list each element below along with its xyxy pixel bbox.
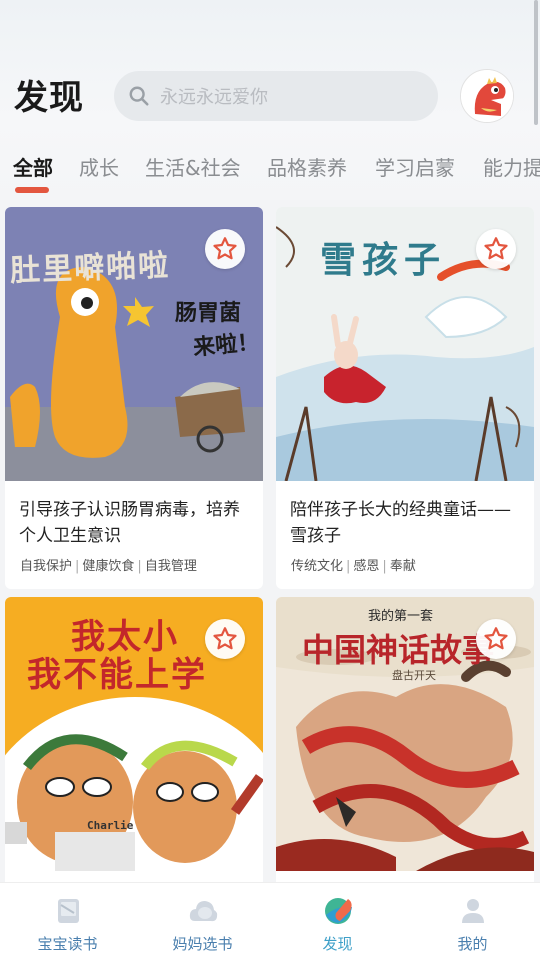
tag[interactable]: 自我保护 [17, 559, 75, 574]
tab-ability[interactable]: 能力提 [483, 152, 540, 181]
tag[interactable]: 感恩 [350, 559, 382, 574]
person-icon [462, 899, 484, 923]
tab-growth[interactable]: 成长 [79, 152, 119, 181]
tab-character[interactable]: 品格素养 [267, 152, 347, 181]
tag[interactable]: 传统文化 [288, 559, 346, 574]
planet-icon [325, 898, 352, 924]
cover-text-bottom: 来啦！ [192, 330, 261, 361]
book-cover[interactable]: 我太小 我不能上学 Charlie [5, 597, 263, 871]
book-title: 引导孩子认识肠胃病毒，培养 个人卫生意识 [5, 481, 263, 549]
book-card[interactable]: 我太小 我不能上学 Charlie [5, 597, 263, 887]
star-icon [484, 237, 508, 260]
nav-item-mom-picks[interactable]: 妈妈选书 [135, 883, 270, 960]
book-card[interactable]: 雪孩子 陪伴孩子长大的经典童话—— 雪孩子 传统文化 | 感恩 | 奉献 [276, 207, 534, 589]
book-tags: 自我保护 | 健康饮食 | 自我管理 [5, 549, 263, 574]
nav-label: 我的 [457, 935, 488, 953]
search-icon [129, 86, 149, 106]
page-title: 发现 [14, 78, 84, 118]
cover-name-text: Charlie [87, 819, 134, 832]
book-card[interactable]: 我的第一套 中国神话故事 盘古开天 [276, 597, 534, 887]
cover-header-text: 肚里噼啪啦 [9, 248, 171, 289]
cover-title-text: 雪孩子 [320, 240, 447, 281]
cover-title-text: 中国神话故事 [302, 631, 495, 669]
tag[interactable]: 自我管理 [142, 559, 200, 574]
tag[interactable]: 奉献 [387, 559, 419, 574]
nav-item-discover[interactable]: 发现 [270, 883, 405, 960]
star-icon [213, 237, 237, 260]
favorite-button[interactable] [476, 229, 516, 269]
tab-all[interactable]: 全部 [13, 152, 53, 181]
cover-subtitle-text: 盘古开天 [392, 669, 436, 682]
book-title-line1: 陪伴孩子长大的经典童话—— [290, 500, 511, 520]
active-tab-indicator [15, 187, 49, 193]
nav-item-baby-reading[interactable]: 宝宝读书 [0, 883, 135, 960]
book-cover[interactable]: 我的第一套 中国神话故事 盘古开天 [276, 597, 534, 871]
book-icon [58, 899, 79, 923]
tag[interactable]: 健康饮食 [79, 559, 137, 574]
book-title-line2: 个人卫生意识 [19, 526, 121, 546]
search-placeholder: 永远永远爱你 [160, 87, 268, 108]
book-title-line2: 雪孩子 [290, 526, 341, 546]
search-bar[interactable]: 永远永远爱你 [114, 71, 438, 121]
tab-learning[interactable]: 学习启蒙 [375, 152, 455, 181]
cover-small-text: 我的第一套 [368, 609, 434, 624]
cloud-icon [189, 901, 218, 922]
star-icon [484, 627, 508, 650]
favorite-button[interactable] [205, 619, 245, 659]
bottom-navigation: 宝宝读书 妈妈选书 发现 我的 [0, 882, 540, 960]
nav-item-me[interactable]: 我的 [405, 883, 540, 960]
star-icon [213, 627, 237, 650]
book-cover[interactable]: 肚里噼啪啦 肠胃菌 来啦！ [5, 207, 263, 481]
cover-line2-text: 我不能上学 [27, 655, 207, 695]
book-title: 陪伴孩子长大的经典童话—— 雪孩子 [276, 481, 534, 549]
favorite-button[interactable] [476, 619, 516, 659]
nav-label: 妈妈选书 [172, 935, 233, 953]
book-cover[interactable]: 雪孩子 [276, 207, 534, 481]
category-tabs: 全部 成长 生活&社会 品格素养 学习启蒙 能力提 [0, 152, 540, 192]
book-card[interactable]: 肚里噼啪啦 肠胃菌 来啦！ 引导孩子认识肠胃病毒，培养 个人卫生意识 自我保护 |… [5, 207, 263, 589]
favorite-button[interactable] [205, 229, 245, 269]
cover-text-top: 肠胃菌 [175, 301, 242, 326]
nav-label: 发现 [322, 935, 353, 953]
nav-label: 宝宝读书 [37, 935, 98, 953]
book-title-line1: 引导孩子认识肠胃病毒，培养 [19, 500, 240, 520]
avatar[interactable] [460, 69, 514, 123]
tab-life-society[interactable]: 生活&社会 [145, 152, 241, 181]
dinosaur-avatar-icon [461, 70, 513, 122]
book-tags: 传统文化 | 感恩 | 奉献 [276, 549, 534, 574]
scrollbar[interactable] [534, 0, 538, 125]
